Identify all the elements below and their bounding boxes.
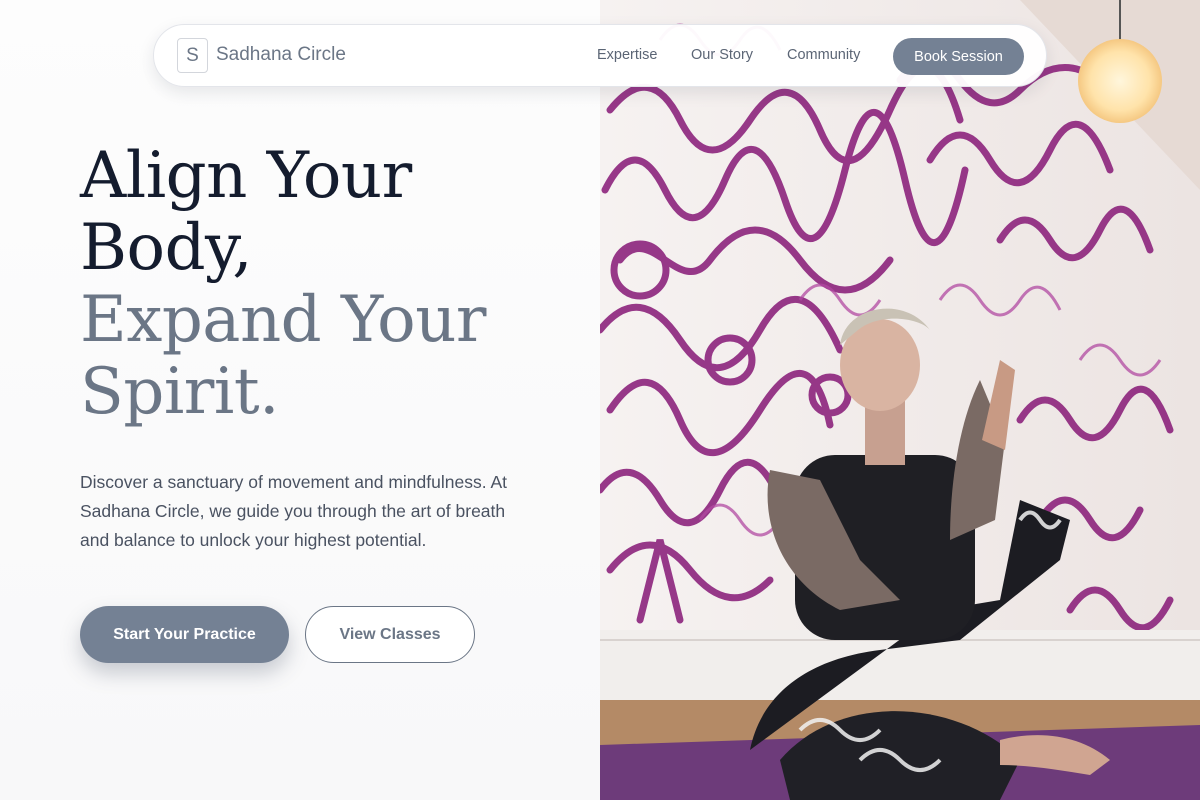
logo-icon[interactable]: S [177,38,208,73]
hero-headline: Align Your Body, Expand Your Spirit. [80,139,487,429]
headline-line-3: Expand Your [80,283,487,357]
start-practice-button[interactable]: Start Your Practice [80,606,289,663]
nav-link-expertise[interactable]: Expertise [597,47,657,63]
nav-link-community[interactable]: Community [787,47,860,63]
navbar: S Sadhana Circle Expertise Our Story Com… [153,24,1047,87]
headline-line-4: Spirit. [80,355,279,429]
headline-line-1: Align Your [80,139,412,213]
hero-description: Discover a sanctuary of movement and min… [80,471,508,550]
hero-photo [600,0,1200,800]
brand-name[interactable]: Sadhana Circle [216,44,346,66]
book-session-button[interactable]: Book Session [893,38,1024,75]
headline-line-2: Body, [80,211,253,285]
nav-link-our-story[interactable]: Our Story [691,47,753,63]
view-classes-button[interactable]: View Classes [305,606,475,663]
